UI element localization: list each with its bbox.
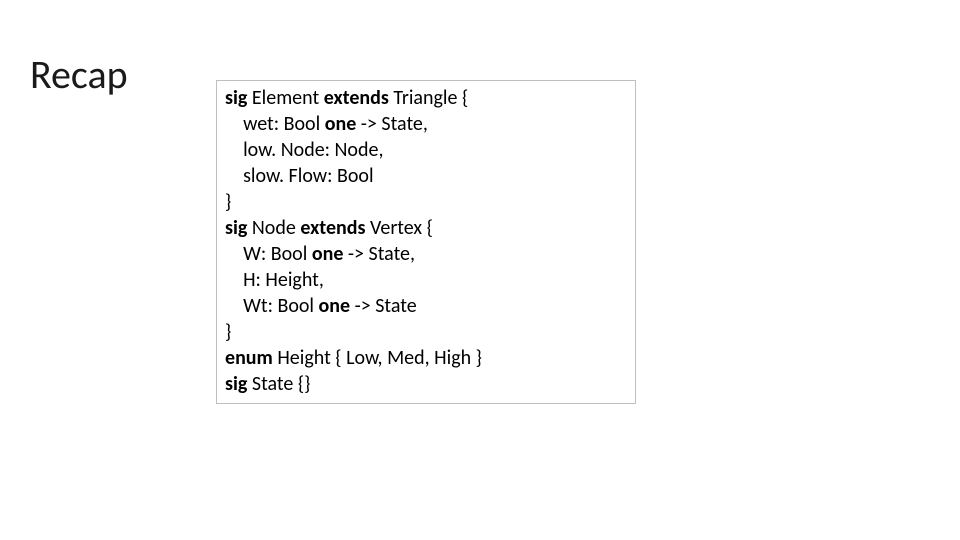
code-text: slow. Flow: Bool <box>225 164 374 188</box>
code-text: Height { Low, Med, High } <box>273 346 482 370</box>
code-text: Node <box>247 216 300 240</box>
keyword: extends <box>324 86 389 110</box>
code-line: enum Height { Low, Med, High } <box>225 345 627 371</box>
keyword: one <box>312 242 344 266</box>
code-text: } <box>225 190 231 214</box>
code-box: sig Element extends Triangle { wet: Bool… <box>216 80 636 404</box>
code-text: -> State <box>350 294 417 318</box>
keyword: one <box>325 112 357 136</box>
code-text: W: Bool <box>225 242 312 266</box>
code-text: wet: Bool <box>225 112 325 136</box>
code-text: Element <box>247 86 323 110</box>
code-text: -> State, <box>343 242 415 266</box>
keyword: sig <box>225 372 247 396</box>
code-line: wet: Bool one -> State, <box>225 111 627 137</box>
keyword: extends <box>300 216 365 240</box>
code-text: Triangle { <box>389 86 468 110</box>
slide-title: Recap <box>30 50 128 99</box>
keyword: sig <box>225 216 247 240</box>
code-line: slow. Flow: Bool <box>225 163 627 189</box>
code-text: State {} <box>247 372 310 396</box>
keyword: enum <box>225 346 273 370</box>
code-line: Wt: Bool one -> State <box>225 293 627 319</box>
keyword: one <box>319 294 351 318</box>
code-line: H: Height, <box>225 267 627 293</box>
code-text: H: Height, <box>225 268 324 292</box>
code-text: -> State, <box>356 112 428 136</box>
code-line: sig Element extends Triangle { <box>225 85 627 111</box>
code-line: sig State {} <box>225 371 627 397</box>
code-text: Wt: Bool <box>225 294 319 318</box>
code-text: } <box>225 320 231 344</box>
code-line: sig Node extends Vertex { <box>225 215 627 241</box>
code-line: low. Node: Node, <box>225 137 627 163</box>
code-line: } <box>225 319 627 345</box>
code-line: W: Bool one -> State, <box>225 241 627 267</box>
slide: Recap sig Element extends Triangle { wet… <box>0 0 960 540</box>
code-text: Vertex { <box>366 216 433 240</box>
code-text: low. Node: Node, <box>225 138 383 162</box>
code-line: } <box>225 189 627 215</box>
keyword: sig <box>225 86 247 110</box>
